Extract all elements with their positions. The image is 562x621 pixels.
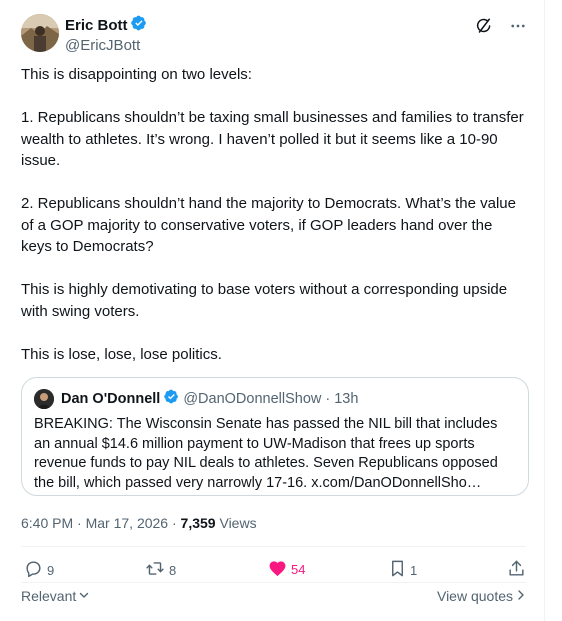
action-bar: 9 8 54 1 [24, 559, 526, 581]
views-count: 7,359 [180, 515, 216, 531]
quote-separator: · [325, 391, 331, 407]
tweet-detail: Eric Bott @EricJBott This is disappointi… [0, 0, 545, 621]
more-icon[interactable] [508, 16, 528, 36]
bookmark-icon [389, 559, 406, 581]
meta-separator: · [171, 515, 177, 531]
meta-separator: · [77, 515, 82, 531]
repost-icon [145, 559, 165, 581]
bookmark-count: 1 [410, 562, 418, 578]
verified-badge-icon [164, 389, 179, 409]
tweet-paragraph: This is highly demotivating to base vote… [21, 281, 508, 320]
repost-count: 8 [169, 562, 177, 578]
tweet-paragraph: This is lose, lose, lose politics. [21, 345, 222, 363]
quote-author-avatar [34, 389, 54, 409]
reply-icon [24, 559, 43, 581]
quote-author-name: Dan O'Donnell [61, 391, 161, 407]
views-label: Views [219, 515, 257, 531]
share-icon [507, 559, 526, 581]
heart-icon [268, 559, 287, 580]
quote-time: 13h [334, 391, 359, 407]
repost-button[interactable]: 8 [145, 559, 176, 581]
tweet-paragraph: This is disappointing on two levels: [21, 66, 252, 83]
bookmark-button[interactable]: 1 [389, 559, 417, 581]
quoted-tweet[interactable]: Dan O'Donnell @DanODonnellShow · 13h BRE… [21, 377, 529, 496]
divider [21, 582, 526, 583]
author-display-name[interactable]: Eric Bott [65, 17, 128, 35]
sort-label: Relevant [21, 588, 77, 604]
tweet-paragraph: 1. Republicans shouldn’t be taxing small… [21, 109, 524, 169]
tweet-date[interactable]: Mar 17, 2026 [86, 515, 169, 531]
view-quotes-label: View quotes [436, 588, 513, 604]
reply-count: 9 [47, 562, 55, 578]
quote-author-handle: @DanODonnellShow [183, 391, 322, 407]
chevron-right-icon [516, 588, 526, 604]
author-avatar[interactable] [21, 14, 59, 52]
like-button[interactable]: 54 [268, 559, 305, 580]
grok-icon[interactable] [474, 16, 494, 36]
quote-text: BREAKING: The Wisconsin Senate has passe… [34, 416, 498, 491]
sort-replies-dropdown[interactable]: Relevant [21, 588, 90, 604]
reply-button[interactable]: 9 [24, 559, 54, 581]
verified-badge-icon [130, 15, 147, 36]
tweet-time[interactable]: 6:40 PM [21, 515, 73, 531]
like-count: 54 [291, 562, 306, 577]
share-button[interactable] [507, 559, 526, 581]
author-handle[interactable]: @EricJBott [65, 36, 147, 56]
chevron-down-icon [78, 588, 90, 604]
divider [21, 546, 526, 547]
tweet-meta: 6:40 PM · Mar 17, 2026 · 7,359 Views [21, 514, 257, 532]
tweet-text: This is disappointing on two levels: 1. … [21, 64, 526, 365]
tweet-paragraph: 2. Republicans shouldn’t hand the majori… [21, 195, 516, 255]
view-quotes-link[interactable]: View quotes [437, 588, 526, 604]
tweet-header: Eric Bott @EricJBott [21, 14, 528, 54]
replies-controls: Relevant View quotes [21, 588, 526, 608]
